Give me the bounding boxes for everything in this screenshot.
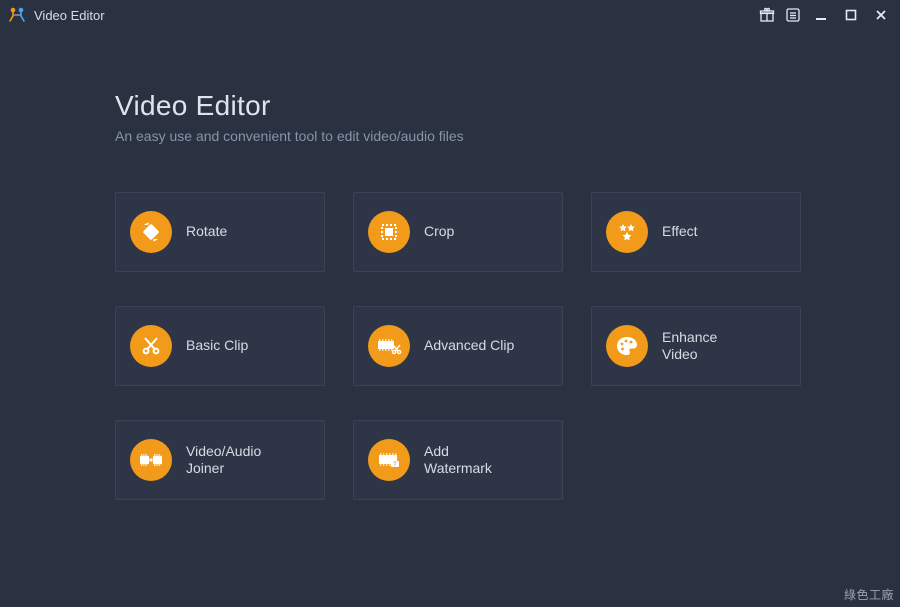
close-button[interactable] (870, 4, 892, 26)
main-content: Video Editor An easy use and convenient … (0, 30, 900, 500)
tile-label: Rotate (186, 223, 227, 241)
page-title: Video Editor (115, 90, 785, 122)
tile-label: Video/AudioJoiner (186, 443, 261, 478)
page-subtitle: An easy use and convenient tool to edit … (115, 128, 785, 144)
film-scissors-icon (368, 325, 410, 367)
titlebar-right (758, 4, 892, 26)
film-join-icon (130, 439, 172, 481)
minimize-button[interactable] (810, 4, 832, 26)
rotate-icon (130, 211, 172, 253)
tile-label: EnhanceVideo (662, 329, 717, 364)
tile-effect[interactable]: Effect (591, 192, 801, 272)
tile-crop[interactable]: Crop (353, 192, 563, 272)
palette-icon (606, 325, 648, 367)
tile-add-watermark[interactable]: T AddWatermark (353, 420, 563, 500)
titlebar-left: Video Editor (8, 6, 105, 24)
tile-label: Basic Clip (186, 337, 248, 355)
gift-icon[interactable] (758, 6, 776, 24)
tile-label: Crop (424, 223, 454, 241)
maximize-button[interactable] (840, 4, 862, 26)
tile-basic-clip[interactable]: Basic Clip (115, 306, 325, 386)
film-watermark-icon: T (368, 439, 410, 481)
tile-enhance-video[interactable]: EnhanceVideo (591, 306, 801, 386)
tile-label: Effect (662, 223, 698, 241)
app-title: Video Editor (34, 8, 105, 23)
footer-watermark: 綠色工廠 (844, 586, 894, 603)
menu-list-icon[interactable] (784, 6, 802, 24)
tile-advanced-clip[interactable]: Advanced Clip (353, 306, 563, 386)
tile-label: Advanced Clip (424, 337, 514, 355)
titlebar: Video Editor (0, 0, 900, 30)
tile-label: AddWatermark (424, 443, 492, 478)
app-logo-icon (8, 6, 26, 24)
svg-text:T: T (393, 462, 396, 468)
scissors-icon (130, 325, 172, 367)
feature-grid: Rotate Crop Effect (115, 192, 785, 500)
crop-icon (368, 211, 410, 253)
tile-rotate[interactable]: Rotate (115, 192, 325, 272)
effect-stars-icon (606, 211, 648, 253)
tile-joiner[interactable]: Video/AudioJoiner (115, 420, 325, 500)
